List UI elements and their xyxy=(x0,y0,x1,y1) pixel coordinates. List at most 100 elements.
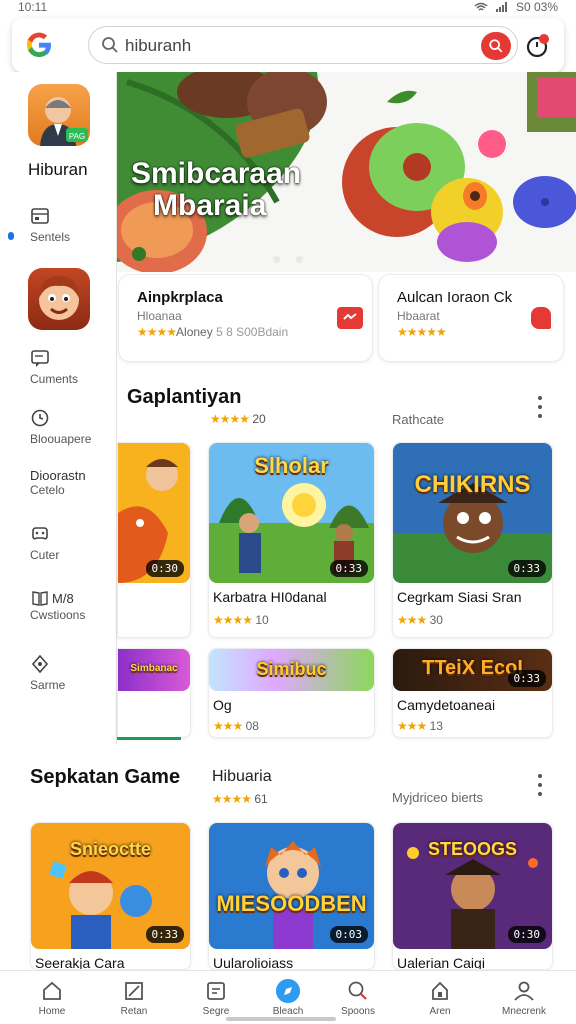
sidebar-item-label: M/8 xyxy=(52,590,74,606)
message-icon xyxy=(337,307,363,329)
duration-badge: 0:30 xyxy=(145,560,184,577)
location-icon xyxy=(31,654,49,674)
game-card[interactable]: Snieoctte 0:33 Seerakja Cara xyxy=(30,822,191,970)
sidebar-item-label: Cuments xyxy=(30,372,79,386)
game-title: Cegrkam Siasi Sran xyxy=(397,589,522,605)
game-card[interactable]: Simbanac xyxy=(117,648,191,738)
carousel-dots[interactable] xyxy=(273,256,303,263)
app-icon-character[interactable] xyxy=(28,268,90,330)
sidebar-item-label: Dioorastn xyxy=(30,468,86,483)
more-options-icon[interactable] xyxy=(538,774,544,796)
game-rating: ★★★★ 10 xyxy=(213,613,269,627)
section-subtitle: Hibuaria xyxy=(212,768,272,785)
sidebar-item-sentels[interactable]: Sentels xyxy=(30,206,112,244)
sidebar-item-sublabel: Cetelo xyxy=(30,483,65,497)
game-card[interactable]: Simibuc Og ★★★ 08 xyxy=(208,648,375,738)
notification-icon[interactable] xyxy=(524,32,552,60)
duration-badge: 0:33 xyxy=(145,926,184,943)
sidebar: PAG Hiburan Sentels Cuments Bloouapere D… xyxy=(0,72,116,744)
search-query: hiburanh xyxy=(125,36,192,55)
comment-icon xyxy=(31,350,49,367)
game-card[interactable]: STEOOGS 0:30 Ualerian Caigi xyxy=(392,822,553,970)
hero-title: Smibcaraan Mbaraia xyxy=(131,157,302,222)
lock-icon xyxy=(432,981,448,1000)
game-card[interactable]: Slholar 0:33 Karbatra HI0danal ★★★★ 10 xyxy=(208,442,375,638)
sidebar-item-sarme[interactable]: Sarme xyxy=(30,654,112,692)
cartoon-face-icon xyxy=(39,276,79,320)
wifi-icon xyxy=(474,2,488,11)
sidebar-item-label: Sarme xyxy=(30,678,66,692)
dashboard-icon xyxy=(207,982,225,1000)
featured-app-label: Hiburan xyxy=(28,160,88,179)
nav-segre[interactable]: Segre xyxy=(180,979,252,1017)
status-bar: 10:11 S0 03% xyxy=(0,0,576,14)
bottom-navigation: Home Retan Segre Bleach Spoons Aren Mnec… xyxy=(0,970,576,1024)
duration-badge: 0:33 xyxy=(507,670,546,687)
sidebar-item-bloouapere[interactable]: Bloouapere xyxy=(30,408,112,446)
compass-icon xyxy=(276,979,300,1003)
more-options-icon[interactable] xyxy=(538,396,544,418)
featured-app-icon[interactable]: PAG xyxy=(28,84,90,146)
section-rating: ★★★★ 61 xyxy=(212,792,268,806)
game-title: Og xyxy=(213,697,232,713)
calendar-icon xyxy=(31,208,49,224)
duration-badge: 0:33 xyxy=(507,560,546,577)
section-title: Gaplantiyan xyxy=(127,386,242,408)
search-header: hiburanh xyxy=(12,18,564,72)
selection-indicator xyxy=(8,232,14,240)
promo-card[interactable]: Aulcan Ioraon Ck Hbaarat ★★★★★ xyxy=(378,274,564,362)
edit-icon xyxy=(125,982,143,1000)
nav-mnecrenk[interactable]: Mnecrenk xyxy=(488,979,560,1017)
nav-bleach[interactable]: Bleach xyxy=(252,979,324,1017)
google-logo-icon[interactable] xyxy=(24,30,54,60)
hero-banner[interactable]: Smibcaraan Mbaraia xyxy=(117,72,576,272)
clock-icon xyxy=(31,409,49,427)
section-title: Sepkatan Game xyxy=(30,766,181,788)
sidebar-item-cwstioons[interactable]: M/8 Cwstioons xyxy=(30,588,112,623)
face-avatar-icon: PAG xyxy=(40,97,88,146)
sidebar-item-dioorastn[interactable]: Dioorastn Cetelo xyxy=(30,468,112,497)
game-card[interactable]: TTeiX EcoI 0:33 Camydetoaneai ★★★ 13 xyxy=(392,648,553,738)
sidebar-item-cuter[interactable]: Cuter xyxy=(30,524,112,562)
sidebar-item-cuments[interactable]: Cuments xyxy=(30,348,112,386)
duration-badge: 0:30 xyxy=(507,926,546,943)
duration-badge: 0:03 xyxy=(329,926,368,943)
game-title: Seerakja Cara xyxy=(35,955,125,970)
scroll-progress-indicator xyxy=(117,737,181,740)
game-rating: ★★★ 13 xyxy=(397,719,443,733)
sidebar-item-sublabel: Cwstioons xyxy=(30,608,86,622)
battery-text: S0 03% xyxy=(515,0,558,14)
promo-card[interactable]: Ainpkrplaca Hloanaa ★★★★Aloney 5 8 S00Bd… xyxy=(118,274,373,362)
search-input[interactable]: hiburanh xyxy=(88,26,518,64)
section-right-label: Myjdriceo bierts xyxy=(392,790,484,805)
signal-icon xyxy=(495,2,507,12)
gamepad-icon xyxy=(32,527,48,540)
game-rating: ★★★ 30 xyxy=(397,613,443,627)
search-icon xyxy=(489,39,503,53)
section-right-label: Rathcate xyxy=(392,412,445,427)
game-title: Ualerian Caigi xyxy=(397,955,485,970)
person-icon xyxy=(514,981,534,1001)
search-submit-button[interactable] xyxy=(481,32,511,60)
sidebar-item-label: Bloouapere xyxy=(30,432,92,446)
nav-spoons[interactable]: Spoons xyxy=(322,979,394,1017)
sidebar-item-label: Cuter xyxy=(30,548,60,562)
nav-retan[interactable]: Retan xyxy=(98,979,170,1017)
game-title: Uularolioiass xyxy=(213,955,294,970)
book-icon xyxy=(32,591,48,606)
game-card[interactable]: MIESOODBEN 0:03 Uularolioiass xyxy=(208,822,375,970)
status-time: 10:11 xyxy=(18,0,48,14)
duration-badge: 0:33 xyxy=(329,560,368,577)
nav-home[interactable]: Home xyxy=(16,979,88,1017)
game-card[interactable]: 0:30 xyxy=(117,442,191,638)
nav-aren[interactable]: Aren xyxy=(404,979,476,1017)
game-rating: ★★★ 08 xyxy=(213,719,259,733)
search-icon xyxy=(348,981,367,1000)
game-card[interactable]: CHIKIRNS 0:33 Cegrkam Siasi Sran ★★★ 30 xyxy=(392,442,553,638)
search-icon xyxy=(102,37,118,53)
sidebar-item-label: Sentels xyxy=(30,230,71,244)
home-indicator[interactable] xyxy=(226,1017,336,1021)
game-title: Camydetoaneai xyxy=(397,697,496,713)
section-rating: ★★★★ 20 xyxy=(210,412,266,426)
svg-text:PAG: PAG xyxy=(69,132,85,141)
